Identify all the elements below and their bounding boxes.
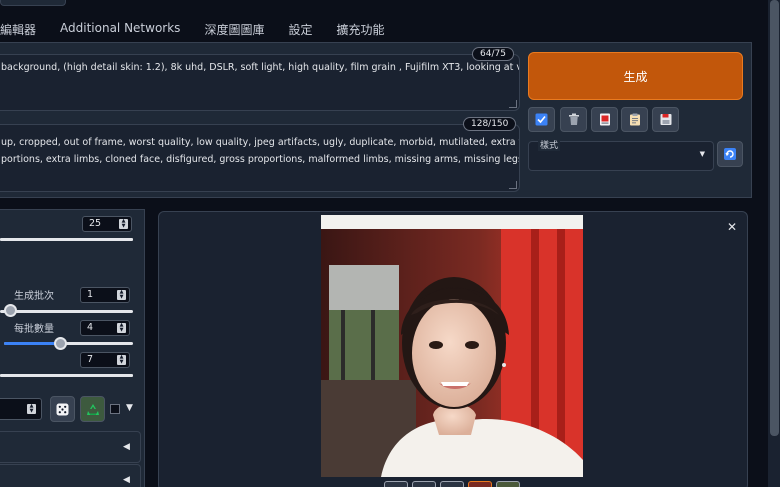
cfg-scale-value: 7 — [87, 354, 94, 365]
gallery-thumbnail-1[interactable] — [384, 481, 408, 487]
trash-icon — [568, 113, 579, 125]
resize-grip[interactable] — [509, 181, 517, 189]
tab-bar: 編輯器 Additional Networks 深度圖圖庫 設定 擴充功能 — [0, 16, 396, 42]
tab-additional-networks[interactable]: Additional Networks — [48, 16, 192, 42]
batch-count-value: 1 — [87, 289, 94, 300]
steps-slider[interactable] — [0, 238, 133, 241]
prompt-text: background, (high detail skin: 1.2), 8k … — [1, 62, 520, 73]
accordion-collapsed-2[interactable]: ◀ — [0, 464, 141, 487]
tab-depth-gallery[interactable]: 深度圖圖庫 — [192, 16, 276, 42]
batch-count-number-input[interactable]: 1 ▲ ▼ — [80, 287, 130, 303]
collapse-arrow-icon: ◀ — [123, 475, 130, 485]
steps-slider-fill — [0, 238, 133, 241]
gallery-thumbnail-4-selected[interactable] — [468, 481, 492, 487]
gallery-thumbnail-3[interactable] — [440, 481, 464, 487]
negative-prompt-token-counter: 128/150 — [463, 117, 517, 131]
generated-image[interactable] — [321, 215, 583, 477]
cfg-scale-number-input[interactable]: 7 ▲ ▼ — [80, 352, 130, 368]
prompt-input[interactable]: background, (high detail skin: 1.2), 8k … — [0, 54, 520, 111]
cfg-scale-slider[interactable] — [0, 374, 133, 377]
show-extra-networks-button[interactable] — [591, 107, 618, 132]
extra-seed-checkbox[interactable] — [110, 404, 120, 414]
clipboard-icon — [629, 113, 640, 126]
refresh-styles-button[interactable] — [717, 141, 743, 167]
steps-value: 25 — [89, 218, 102, 229]
card-icon — [599, 113, 610, 126]
batch-size-slider-thumb[interactable] — [54, 337, 67, 350]
steps-spinner[interactable]: ▲ ▼ — [119, 219, 128, 229]
portrait-photo — [321, 215, 583, 477]
generate-button[interactable]: 生成 — [528, 52, 743, 100]
seed-input[interactable]: ▲ ▼ — [0, 398, 42, 420]
collapse-arrow-icon: ◀ — [123, 442, 130, 452]
batch-count-spinner[interactable]: ▲ ▼ — [117, 290, 126, 300]
accordion-collapsed-1[interactable]: ◀ — [0, 431, 141, 463]
batch-count-label: 生成批次 — [14, 291, 54, 302]
save-icon — [660, 114, 671, 125]
page-scrollbar-thumb[interactable] — [770, 0, 779, 436]
negative-prompt-input[interactable]: up, cropped, out of frame, worst quality… — [0, 124, 520, 192]
random-seed-button[interactable] — [50, 396, 75, 422]
app-root: 編輯器 Additional Networks 深度圖圖庫 設定 擴充功能 ba… — [0, 0, 780, 487]
cfg-scale-spinner[interactable]: ▲ ▼ — [117, 355, 126, 365]
prompt-token-counter: 64/75 — [472, 47, 514, 61]
batch-size-slider[interactable] — [4, 342, 133, 345]
negative-prompt-line-2: portions, extra limbs, cloned face, disf… — [1, 154, 519, 165]
gallery-thumbnail-2[interactable] — [412, 481, 436, 487]
dice-icon — [56, 403, 69, 415]
apply-style-button[interactable] — [621, 107, 648, 132]
recycle-icon — [86, 403, 99, 415]
top-button-remnant[interactable] — [0, 0, 66, 6]
save-style-button[interactable] — [652, 107, 679, 132]
batch-size-value: 4 — [87, 322, 94, 333]
extra-seed-expand-icon[interactable]: ▼ — [126, 403, 133, 413]
batch-count-slider[interactable] — [0, 310, 133, 313]
clear-prompt-button[interactable] — [560, 107, 587, 132]
refresh-icon — [724, 148, 736, 160]
cfg-scale-slider-fill — [0, 374, 133, 377]
batch-size-number-input[interactable]: 4 ▲ ▼ — [80, 320, 130, 336]
tab-settings[interactable]: 設定 — [276, 16, 324, 42]
checkbox-button[interactable] — [528, 107, 555, 132]
checkbox-icon — [535, 113, 548, 126]
tab-extensions[interactable]: 擴充功能 — [324, 16, 396, 42]
batch-size-label: 每批數量 — [14, 324, 54, 335]
batch-count-slider-thumb[interactable] — [4, 304, 17, 317]
styles-label: 樣式 — [538, 138, 561, 151]
styles-dropdown[interactable]: 樣式 ▼ — [528, 138, 714, 171]
tab-editor[interactable]: 編輯器 — [0, 16, 48, 42]
close-icon[interactable]: ✕ — [727, 220, 737, 234]
steps-number-input[interactable]: 25 ▲ ▼ — [82, 216, 132, 232]
chevron-down-icon: ▼ — [699, 150, 705, 158]
negative-prompt-line-1: up, cropped, out of frame, worst quality… — [1, 137, 519, 148]
batch-size-slider-fill — [4, 342, 60, 345]
seed-spinner[interactable]: ▲ ▼ — [27, 404, 36, 414]
gallery-thumbnail-5[interactable] — [496, 481, 520, 487]
resize-grip[interactable] — [509, 100, 517, 108]
reuse-seed-button[interactable] — [80, 396, 105, 422]
batch-size-spinner[interactable]: ▲ ▼ — [117, 323, 126, 333]
